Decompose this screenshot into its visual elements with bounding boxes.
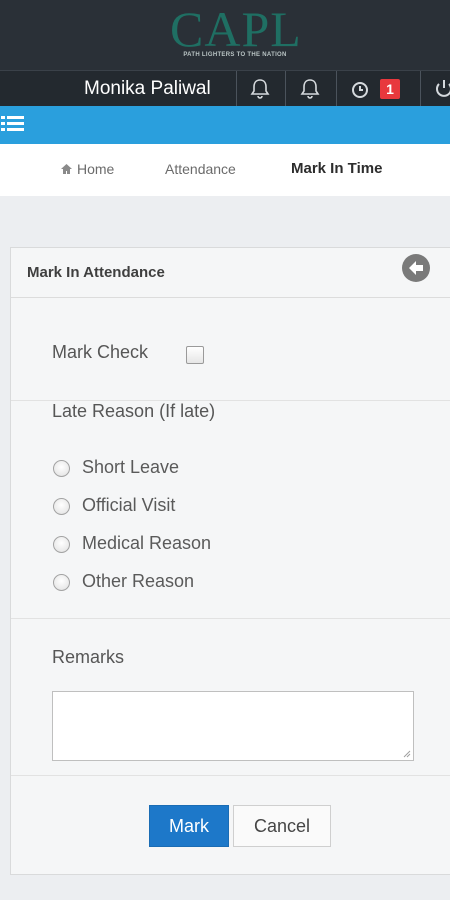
- divider: [236, 71, 237, 107]
- remarks-label: Remarks: [52, 647, 125, 667]
- cancel-button[interactable]: Cancel: [233, 805, 331, 847]
- logo-text: CAPL: [170, 1, 302, 57]
- panel-header: Mark In Attendance: [11, 248, 450, 298]
- breadcrumb: Home Attendance Mark In Time: [0, 144, 450, 196]
- notification-badge[interactable]: 1: [380, 79, 400, 99]
- radio-button[interactable]: [53, 460, 70, 477]
- mark-attendance-panel: Mark In Attendance Mark Check Late Reaso…: [10, 247, 450, 875]
- radio-label: Official Visit: [82, 495, 176, 515]
- radio-button[interactable]: [53, 574, 70, 591]
- remarks-textarea[interactable]: [52, 691, 414, 761]
- bell-icon[interactable]: [296, 75, 324, 103]
- clock-icon[interactable]: [346, 75, 374, 103]
- logo-tagline: PATH LIGHTERS TO THE NATION: [183, 52, 287, 58]
- divider: [285, 71, 286, 107]
- reason-radio-other-reason[interactable]: Other Reason: [53, 571, 353, 595]
- home-icon: [61, 164, 72, 174]
- radio-button[interactable]: [53, 536, 70, 553]
- reason-radio-short-leave[interactable]: Short Leave: [53, 457, 353, 481]
- radio-label: Other Reason: [82, 571, 195, 591]
- breadcrumb-home[interactable]: Home: [60, 161, 114, 177]
- mark-button[interactable]: Mark: [149, 805, 229, 847]
- divider: [336, 71, 337, 107]
- power-icon[interactable]: [430, 75, 450, 103]
- user-name[interactable]: Monika Paliwal: [84, 78, 211, 100]
- back-arrow-icon[interactable]: [401, 253, 431, 283]
- company-logo: CAPL PATH LIGHTERS TO THE NATION: [170, 0, 302, 66]
- reason-radio-official-visit[interactable]: Official Visit: [53, 495, 353, 519]
- breadcrumb-current: Mark In Time: [291, 160, 383, 177]
- user-bar: Monika Paliwal 1: [0, 70, 450, 107]
- list-menu-icon[interactable]: [0, 114, 26, 136]
- reason-radio-medical-reason[interactable]: Medical Reason: [53, 533, 353, 557]
- top-header: CAPL PATH LIGHTERS TO THE NATION: [0, 0, 450, 70]
- radio-label: Medical Reason: [82, 533, 212, 553]
- divider: [11, 775, 450, 776]
- late-reason-label: Late Reason (If late): [52, 401, 216, 421]
- breadcrumb-attendance[interactable]: Attendance: [165, 161, 236, 177]
- mark-check-checkbox[interactable]: [186, 346, 204, 364]
- bell-icon[interactable]: [246, 75, 274, 103]
- divider: [11, 618, 450, 619]
- panel-title: Mark In Attendance: [27, 264, 165, 281]
- nav-bar: [0, 106, 450, 144]
- radio-label: Short Leave: [82, 457, 180, 477]
- divider: [420, 71, 421, 107]
- mark-check-label: Mark Check: [52, 342, 149, 362]
- breadcrumb-home-label: Home: [77, 161, 115, 177]
- radio-button[interactable]: [53, 498, 70, 515]
